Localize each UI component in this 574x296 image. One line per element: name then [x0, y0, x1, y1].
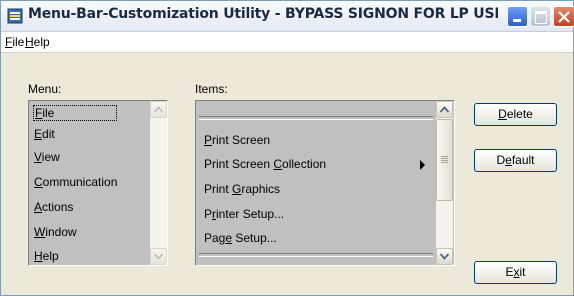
- exit-button[interactable]: Exit: [474, 261, 557, 284]
- menu-item-label: File: [32, 105, 118, 121]
- menu-bar: File Help: [1, 32, 573, 53]
- item-page-setup[interactable]: Page Setup...: [204, 231, 277, 245]
- menu-item-communication[interactable]: Communication: [32, 173, 162, 191]
- separator-line: [199, 253, 433, 257]
- maximize-icon[interactable]: [530, 6, 551, 27]
- menu-item-label: Actions: [34, 200, 74, 214]
- item-print-graphics[interactable]: Print Graphics: [204, 182, 280, 196]
- item-print-screen[interactable]: Print Screen: [204, 133, 270, 147]
- menu-item-label: Communication: [34, 175, 118, 189]
- minimize-icon[interactable]: [507, 6, 528, 27]
- items-scrollbar[interactable]: [436, 101, 453, 265]
- menu-label: Menu:: [28, 82, 62, 96]
- menu-item-window[interactable]: Window: [32, 223, 162, 241]
- app-window-icon[interactable]: [7, 8, 23, 24]
- scroll-down-icon[interactable]: [436, 248, 453, 265]
- title-bar[interactable]: Menu-Bar-Customization Utility - BYPASS …: [1, 1, 574, 32]
- window-title: Menu-Bar-Customization Utility - BYPASS …: [28, 6, 498, 22]
- delete-button[interactable]: Delete: [474, 103, 557, 126]
- item-print-screen-collection[interactable]: Print Screen Collection: [204, 157, 326, 171]
- menu-item-edit[interactable]: Edit: [32, 125, 162, 143]
- close-icon[interactable]: [553, 6, 574, 27]
- scroll-up-icon[interactable]: [150, 101, 167, 118]
- menu-item-file[interactable]: File: [32, 104, 162, 122]
- menu-item-label: Window: [34, 225, 77, 239]
- items-listbox[interactable]: Print Screen Print Screen Collection Pri…: [195, 100, 455, 266]
- submenu-arrow-icon: [420, 160, 425, 170]
- menu-listbox[interactable]: File Edit View Communication Actions Win…: [28, 100, 168, 266]
- item-printer-setup[interactable]: Printer Setup...: [204, 207, 284, 221]
- client-area: Menu: Items: File Edit View Communicatio…: [3, 53, 573, 295]
- menubar-help[interactable]: Help: [25, 35, 50, 49]
- default-button[interactable]: Default: [474, 149, 557, 172]
- scroll-down-icon[interactable]: [150, 248, 167, 265]
- menu-item-label: View: [34, 150, 60, 164]
- menu-item-actions[interactable]: Actions: [32, 198, 162, 216]
- menu-item-label: Help: [34, 249, 59, 263]
- items-label: Items:: [195, 82, 228, 96]
- separator-line: [199, 116, 433, 120]
- app-window: Menu-Bar-Customization Utility - BYPASS …: [0, 0, 574, 296]
- menu-item-label: Edit: [34, 127, 55, 141]
- menu-item-view[interactable]: View: [32, 148, 162, 166]
- menu-item-help[interactable]: Help: [32, 247, 162, 265]
- menubar-file[interactable]: File: [5, 35, 24, 49]
- menu-scrollbar[interactable]: [150, 101, 167, 265]
- scroll-up-icon[interactable]: [436, 101, 453, 118]
- scrollbar-thumb[interactable]: [436, 119, 453, 201]
